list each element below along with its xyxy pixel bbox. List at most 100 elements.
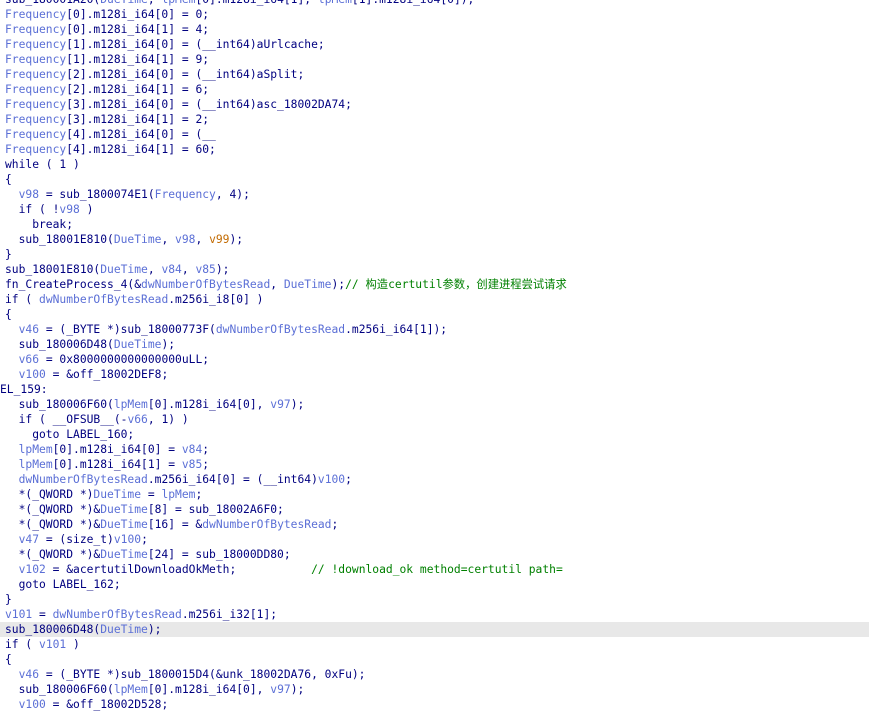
variable-token[interactable]: dwNumberOfBytesRead (53, 608, 182, 621)
code-line[interactable]: *(_QWORD *)&DueTime[24] = sub_18000DD80; (0, 547, 869, 562)
variable-token[interactable]: v101 (5, 608, 32, 621)
code-line[interactable]: if ( __OFSUB__(-v66, 1) ) (0, 412, 869, 427)
code-line[interactable]: v47 = (size_t)v100; (0, 532, 869, 547)
variable-token[interactable]: v102 (19, 563, 46, 576)
variable-token[interactable]: v100 (19, 698, 46, 711)
variable-token[interactable]: lpMem (19, 458, 53, 471)
variable-token[interactable]: DueTime (93, 488, 141, 501)
variable-token[interactable]: dwNumberOfBytesRead (19, 473, 148, 486)
variable-token[interactable]: Frequency (5, 68, 66, 81)
variable-token[interactable]: lpMem (161, 488, 195, 501)
code-line[interactable]: *(_QWORD *)DueTime = lpMem; (0, 487, 869, 502)
variable-token[interactable]: DueTime (284, 278, 332, 291)
variable-token[interactable]: DueTime (100, 0, 148, 6)
code-line[interactable]: sub_180006D48(DueTime); (0, 337, 869, 352)
variable-token[interactable]: Frequency (5, 23, 66, 36)
variable-token[interactable]: Frequency (5, 128, 66, 141)
variable-token[interactable]: lpMem (114, 683, 148, 696)
variable-token[interactable]: dwNumberOfBytesRead (216, 323, 345, 336)
code-line[interactable]: } (0, 247, 869, 262)
variable-token[interactable]: v46 (19, 323, 39, 336)
code-line[interactable]: Frequency[2].m128i_i64[1] = 6; (0, 82, 869, 97)
modified-variable-token[interactable]: v99 (209, 233, 229, 246)
variable-token[interactable]: v84 (182, 443, 202, 456)
code-line[interactable]: sub_180006F60(lpMem[0].m128i_i64[0], v97… (0, 397, 869, 412)
variable-token[interactable]: Frequency (5, 143, 66, 156)
code-line[interactable]: if ( !v98 ) (0, 202, 869, 217)
code-line[interactable]: Frequency[3].m128i_i64[0] = (__int64)asc… (0, 97, 869, 112)
code-line[interactable]: dwNumberOfBytesRead.m256i_i64[0] = (__in… (0, 472, 869, 487)
code-line[interactable]: v98 = sub_1800074E1(Frequency, 4); (0, 187, 869, 202)
code-line[interactable]: Frequency[0].m128i_i64[1] = 4; (0, 22, 869, 37)
code-line[interactable]: sub_180001A20(DueTime, lpMem[0].m128i_i6… (0, 0, 869, 7)
code-line[interactable]: { (0, 172, 869, 187)
code-line[interactable]: sub_180006F60(lpMem[0].m128i_i64[0], v97… (0, 682, 869, 697)
code-line[interactable]: *(_QWORD *)&DueTime[8] = sub_18002A6F0; (0, 502, 869, 517)
code-line[interactable]: lpMem[0].m128i_i64[0] = v84; (0, 442, 869, 457)
variable-token[interactable]: DueTime (100, 518, 148, 531)
code-line[interactable]: goto LABEL_162; (0, 577, 869, 592)
variable-token[interactable]: v98 (175, 233, 195, 246)
variable-token[interactable]: v66 (127, 413, 147, 426)
variable-token[interactable]: Frequency (5, 53, 66, 66)
variable-token[interactable]: v85 (182, 458, 202, 471)
variable-token[interactable]: DueTime (114, 233, 162, 246)
code-line[interactable]: EL_159: (0, 382, 869, 397)
variable-token[interactable]: lpMem (318, 0, 352, 6)
code-line[interactable]: lpMem[0].m128i_i64[1] = v85; (0, 457, 869, 472)
variable-token[interactable]: v85 (195, 263, 215, 276)
code-line[interactable]: v100 = &off_18002D528; (0, 697, 869, 711)
variable-token[interactable]: v97 (270, 398, 290, 411)
code-line[interactable]: *(_QWORD *)&DueTime[16] = &dwNumberOfByt… (0, 517, 869, 532)
code-line[interactable]: if ( dwNumberOfBytesRead.m256i_i8[0] ) (0, 292, 869, 307)
variable-token[interactable]: Frequency (155, 188, 216, 201)
variable-token[interactable]: dwNumberOfBytesRead (202, 518, 331, 531)
variable-token[interactable]: DueTime (100, 503, 148, 516)
code-line[interactable]: { (0, 307, 869, 322)
code-line[interactable]: v100 = &off_18002DEF8; (0, 367, 869, 382)
pseudocode-view[interactable]: sub_180001A20(DueTime, lpMem[0].m128i_i6… (0, 0, 869, 711)
variable-token[interactable]: lpMem (19, 443, 53, 456)
variable-token[interactable]: v46 (19, 668, 39, 681)
code-line[interactable]: { (0, 652, 869, 667)
code-line[interactable]: v66 = 0x8000000000000000uLL; (0, 352, 869, 367)
code-line[interactable]: sub_18001E810(DueTime, v98, v99); (0, 232, 869, 247)
variable-token[interactable]: v100 (318, 473, 345, 486)
variable-token[interactable]: Frequency (5, 38, 66, 51)
code-line[interactable]: break; (0, 217, 869, 232)
variable-token[interactable]: v101 (39, 638, 66, 651)
code-line[interactable]: fn_CreateProcess_4(&dwNumberOfBytesRead,… (0, 277, 869, 292)
variable-token[interactable]: v98 (19, 188, 39, 201)
variable-token[interactable]: dwNumberOfBytesRead (141, 278, 270, 291)
code-line[interactable]: goto LABEL_160; (0, 427, 869, 442)
variable-token[interactable]: dwNumberOfBytesRead (39, 293, 168, 306)
variable-token[interactable]: DueTime (100, 263, 148, 276)
variable-token[interactable]: DueTime (100, 623, 148, 636)
code-line[interactable]: v102 = &acertutilDownloadOkMeth; // !dow… (0, 562, 869, 577)
variable-token[interactable]: Frequency (5, 98, 66, 111)
variable-token[interactable]: v84 (161, 263, 181, 276)
variable-token[interactable]: Frequency (5, 83, 66, 96)
code-line[interactable]: sub_18001E810(DueTime, v84, v85); (0, 262, 869, 277)
variable-token[interactable]: v100 (114, 533, 141, 546)
variable-token[interactable]: v98 (59, 203, 79, 216)
code-line[interactable]: Frequency[4].m128i_i64[1] = 60; (0, 142, 869, 157)
code-line[interactable]: if ( v101 ) (0, 637, 869, 652)
code-line[interactable]: } (0, 592, 869, 607)
variable-token[interactable]: DueTime (100, 548, 148, 561)
code-line[interactable]: Frequency[1].m128i_i64[0] = (__int64)aUr… (0, 37, 869, 52)
code-line[interactable]: v46 = (_BYTE *)sub_18000773F(dwNumberOfB… (0, 322, 869, 337)
variable-token[interactable]: v100 (19, 368, 46, 381)
code-line[interactable]: Frequency[4].m128i_i64[0] = (__ (0, 127, 869, 142)
variable-token[interactable]: lpMem (161, 0, 195, 6)
code-line[interactable]: v46 = (_BYTE *)sub_1800015D4(&unk_18002D… (0, 667, 869, 682)
variable-token[interactable]: Frequency (5, 8, 66, 21)
code-line[interactable]: while ( 1 ) (0, 157, 869, 172)
code-line[interactable]: Frequency[1].m128i_i64[1] = 9; (0, 52, 869, 67)
variable-token[interactable]: lpMem (114, 398, 148, 411)
code-line[interactable]: Frequency[0].m128i_i64[0] = 0; (0, 7, 869, 22)
code-line-current[interactable]: sub_180006D48(DueTime); (0, 622, 869, 637)
code-line[interactable]: Frequency[3].m128i_i64[1] = 2; (0, 112, 869, 127)
code-line[interactable]: v101 = dwNumberOfBytesRead.m256i_i32[1]; (0, 607, 869, 622)
variable-token[interactable]: v47 (19, 533, 39, 546)
